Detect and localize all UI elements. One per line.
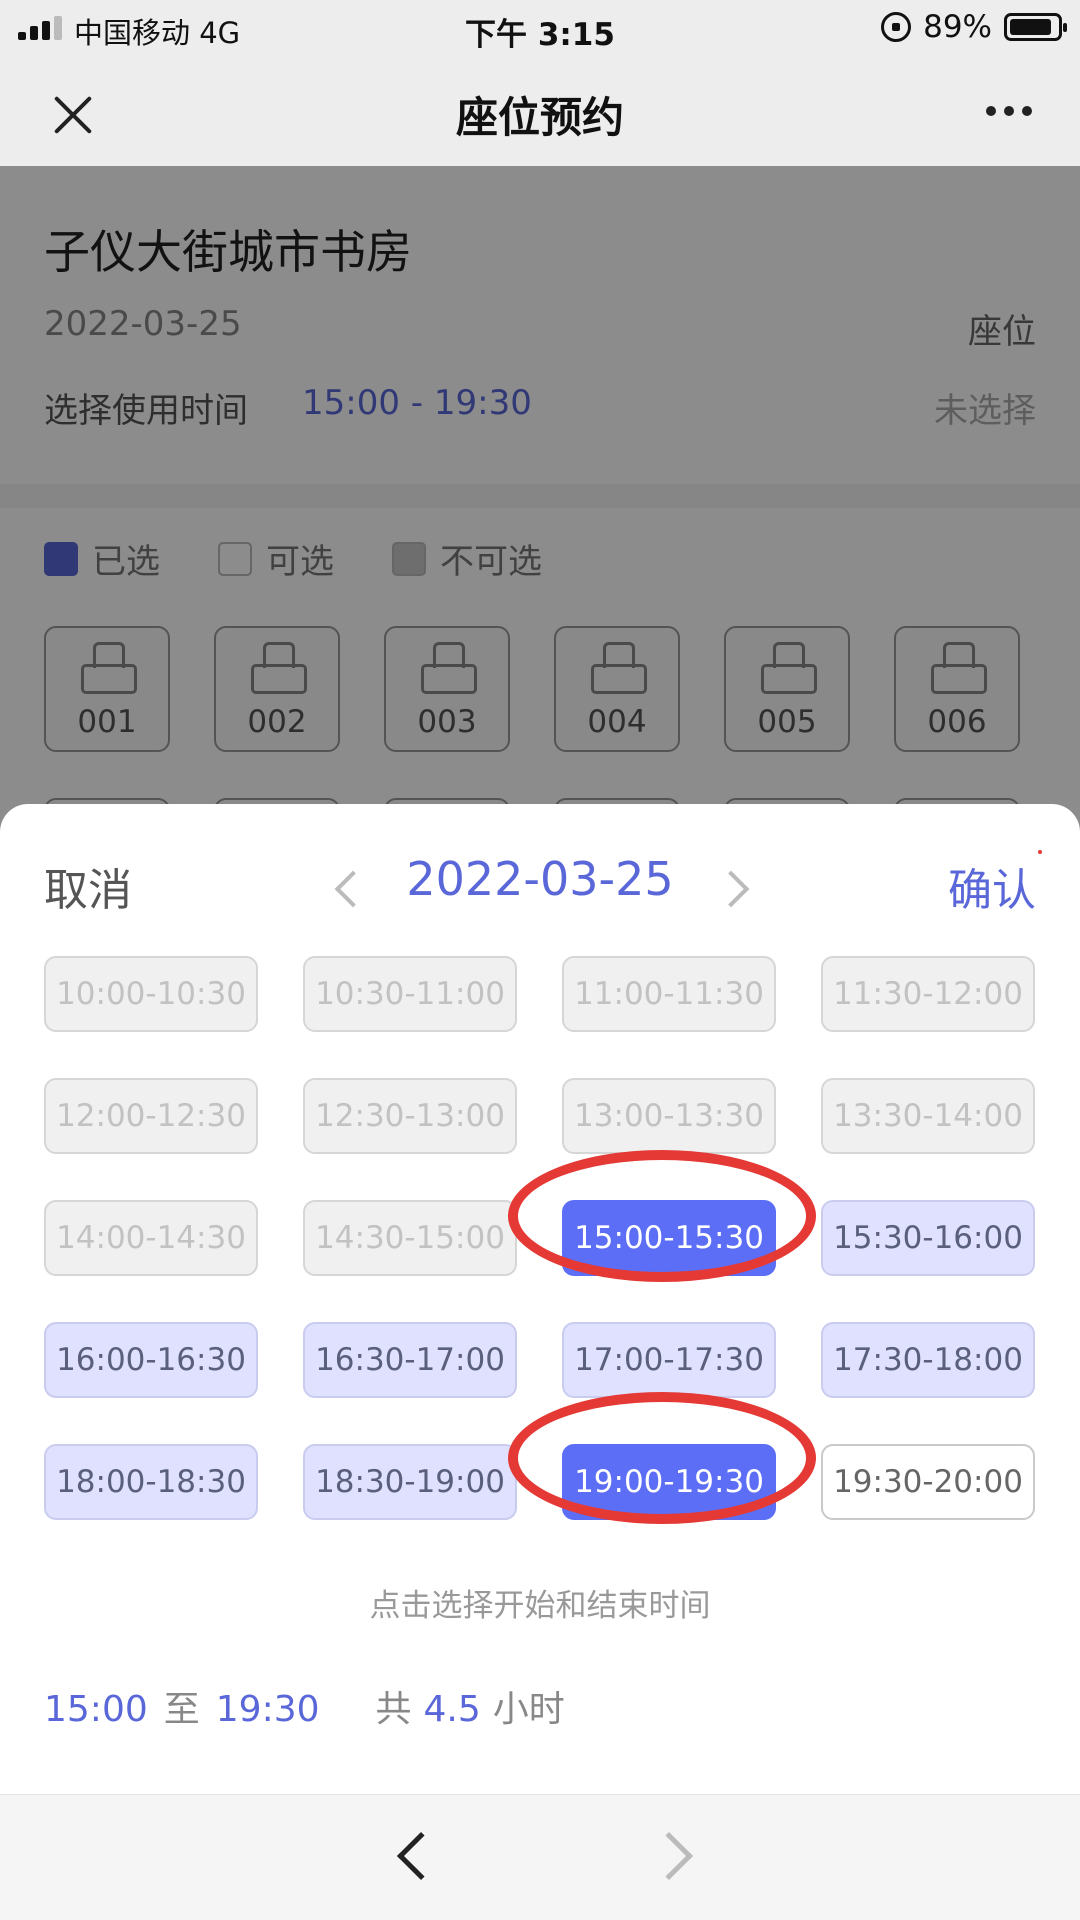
time-picker-sheet: 取消 2022-03-25 确认 10:00-10:30 10:30-11:00 1… — [0, 804, 1080, 1794]
time-slot: 13:30-14:00 — [821, 1078, 1035, 1154]
highlight-circle — [508, 1150, 816, 1282]
time-slot[interactable]: 18:00-18:30 — [44, 1444, 258, 1520]
confirm-button[interactable]: 确认 — [948, 854, 1036, 918]
time-slot: 12:30-13:00 — [303, 1078, 517, 1154]
summary-unit: 小时 — [492, 1689, 565, 1730]
time-slot[interactable]: 16:30-17:00 — [303, 1322, 517, 1398]
summary-total-prefix: 共 — [375, 1689, 412, 1730]
time-slot[interactable]: 17:00-17:30 — [562, 1322, 776, 1398]
time-slot[interactable]: 16:00-16:30 — [44, 1322, 258, 1398]
page-title: 座位预约 — [455, 93, 624, 142]
time-slot: 12:00-12:30 — [44, 1078, 258, 1154]
back-icon[interactable] — [396, 1831, 446, 1881]
summary-end: 19:30 — [215, 1689, 320, 1730]
picker-hint: 点击选择开始和结束时间 — [369, 1588, 711, 1624]
summary-start: 15:00 — [44, 1689, 148, 1730]
status-bar: 中国移动 4G 下午 3:15 89% — [0, 0, 1080, 56]
time-slot: 11:00-11:30 — [562, 956, 776, 1032]
battery-icon — [1004, 13, 1067, 41]
time-slot: 11:30-12:00 — [821, 956, 1035, 1032]
forward-icon[interactable] — [644, 1831, 694, 1881]
time-slot[interactable]: 15:30-16:00 — [821, 1200, 1035, 1276]
time-slot: 13:00-13:30 — [562, 1078, 776, 1154]
highlight-circle — [508, 1392, 816, 1524]
status-right: 89% — [881, 9, 1067, 45]
battery-percent: 89% — [923, 9, 992, 45]
time-slot: 10:30-11:00 — [303, 956, 517, 1032]
rotation-lock-icon — [881, 12, 912, 42]
picker-date: 2022-03-25 — [406, 852, 674, 906]
time-slot[interactable]: 19:30-20:00 — [821, 1444, 1035, 1520]
time-slot: 14:00-14:30 — [44, 1200, 258, 1276]
notification-dot — [1038, 850, 1042, 854]
time-summary: 15:00 至 19:30 共 4.5 小时 — [44, 1680, 565, 1732]
more-icon[interactable] — [986, 106, 1032, 116]
nav-bar: 座位预约 — [0, 56, 1080, 166]
summary-to: 至 — [163, 1689, 200, 1730]
summary-hours: 4.5 — [423, 1689, 481, 1730]
time-slot: 14:30-15:00 — [303, 1200, 517, 1276]
time-slot: 10:00-10:30 — [44, 956, 258, 1032]
time-slot[interactable]: 18:30-19:00 — [303, 1444, 517, 1520]
time-slot[interactable]: 17:30-18:00 — [821, 1322, 1035, 1398]
browser-toolbar — [0, 1794, 1080, 1920]
